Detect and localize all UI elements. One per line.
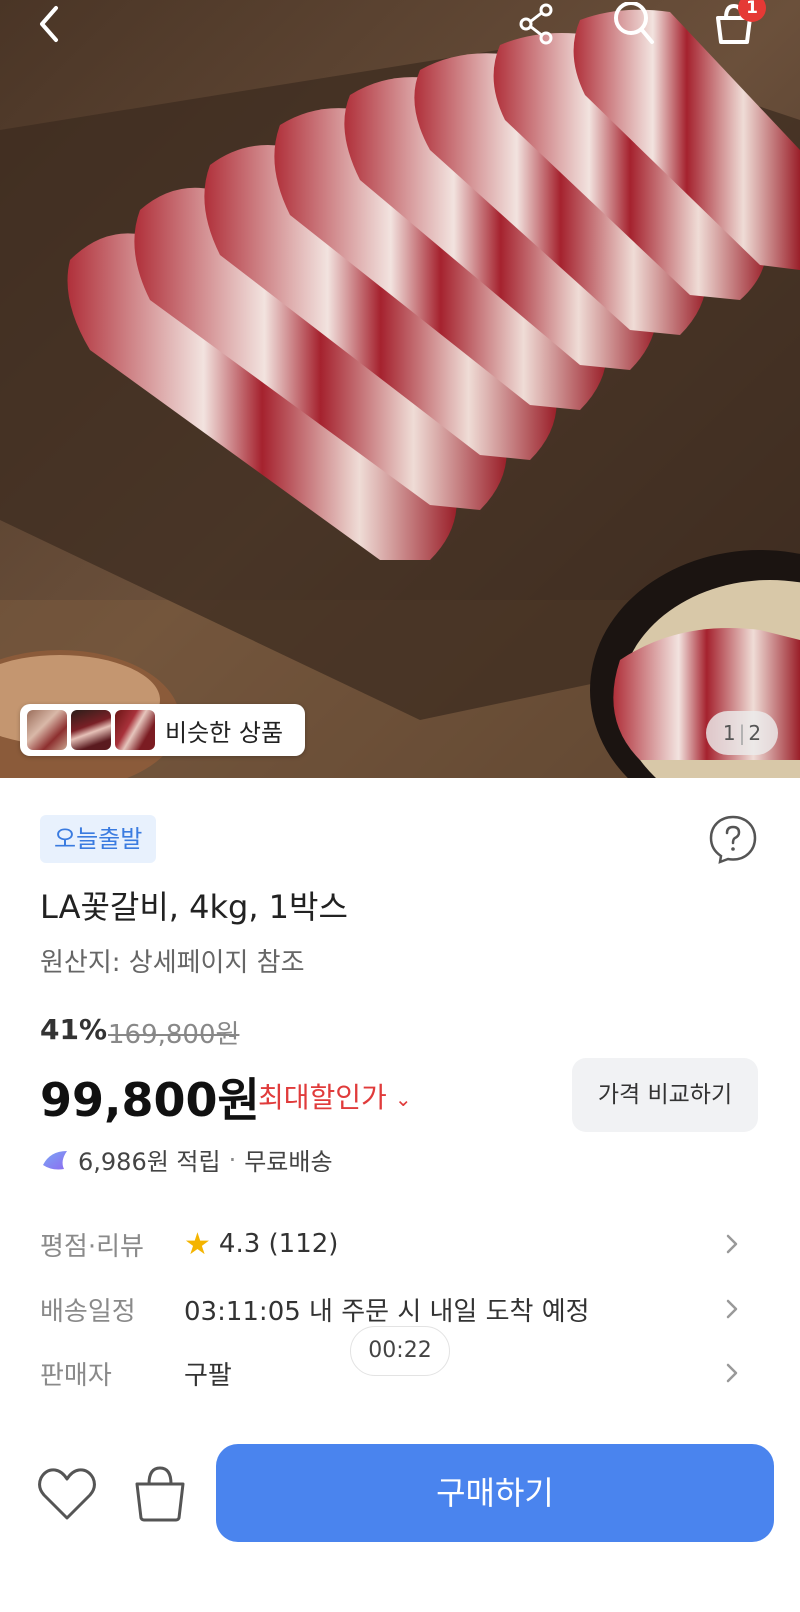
- rating-review-row[interactable]: 평점·리뷰 ★ 4.3 (112): [40, 1218, 760, 1270]
- question-bubble-icon: [709, 815, 757, 864]
- pager-current: 1: [722, 721, 736, 745]
- back-button[interactable]: [22, 0, 78, 48]
- today-shipping-badge: 오늘출발: [40, 815, 157, 863]
- similar-products-button[interactable]: 비슷한 상품: [20, 704, 305, 756]
- rating-label: 평점·리뷰: [40, 1231, 144, 1262]
- rating-score: 4.3: [218, 1229, 261, 1259]
- sale-price: 99,800원: [40, 1073, 260, 1127]
- product-title: LA꽃갈비, 4kg, 1박스: [40, 888, 348, 926]
- reward-icon: [43, 1150, 67, 1169]
- search-button[interactable]: [606, 0, 662, 48]
- rating-value: ★ 4.3 (112): [184, 1227, 338, 1262]
- pager-separator: |: [738, 721, 746, 745]
- chevron-right-icon: [720, 1357, 744, 1389]
- delivery-label: 배송일정: [40, 1296, 136, 1327]
- image-pager: 1 | 2: [706, 711, 778, 755]
- product-origin: 원산지: 상세페이지 참조: [40, 948, 305, 978]
- price-compare-button[interactable]: 가격 비교하기: [572, 1058, 758, 1132]
- chevron-right-icon: [720, 1293, 744, 1325]
- max-discount-dropdown[interactable]: 최대할인가 ⌄: [258, 1076, 412, 1116]
- search-icon: [614, 2, 654, 44]
- similar-product-thumbnail: [71, 710, 111, 750]
- product-image-gallery[interactable]: 1 비슷한 상품 1 | 2: [0, 0, 800, 778]
- similar-product-thumbnail: [115, 710, 155, 750]
- cart-button[interactable]: 1: [706, 0, 766, 48]
- free-shipping-label: 무료배송: [244, 1148, 333, 1176]
- max-discount-label: 최대할인가: [258, 1081, 387, 1114]
- buy-now-button[interactable]: 구매하기: [216, 1444, 774, 1542]
- original-price: 169,800원: [108, 1020, 240, 1050]
- review-count: (112): [268, 1229, 339, 1259]
- similar-product-thumbnail: [27, 710, 67, 750]
- delivery-value: 03:11:05 내 주문 시 내일 도착 예정: [184, 1296, 590, 1327]
- countdown-timer: 00:22: [350, 1326, 450, 1376]
- back-arrow-icon: [40, 6, 58, 42]
- heart-icon: [38, 1468, 96, 1520]
- cart-count-badge: 1: [738, 0, 766, 22]
- discount-rate: 41%: [40, 1013, 108, 1046]
- shopping-bag-icon: [135, 1466, 185, 1522]
- pager-total: 2: [748, 721, 762, 745]
- share-icon: [519, 3, 553, 45]
- seller-value: 구팔: [184, 1360, 232, 1391]
- reward-amount: 6,986원 적립: [78, 1148, 221, 1176]
- share-button[interactable]: [508, 0, 564, 48]
- chevron-down-icon: ⌄: [394, 1087, 412, 1111]
- product-photo: [0, 0, 800, 778]
- star-icon: ★: [184, 1226, 211, 1262]
- chevron-right-icon: [720, 1228, 744, 1260]
- wishlist-button[interactable]: [36, 1466, 98, 1522]
- reward-shipping-info: 6,986원 적립 · 무료배송: [40, 1142, 333, 1177]
- reward-separator: ·: [228, 1145, 237, 1174]
- help-button[interactable]: [708, 814, 758, 864]
- seller-label: 판매자: [40, 1360, 112, 1391]
- similar-products-label: 비슷한 상품: [165, 718, 284, 747]
- top-navigation-bar: 1: [0, 0, 800, 60]
- add-to-cart-button[interactable]: [132, 1462, 188, 1524]
